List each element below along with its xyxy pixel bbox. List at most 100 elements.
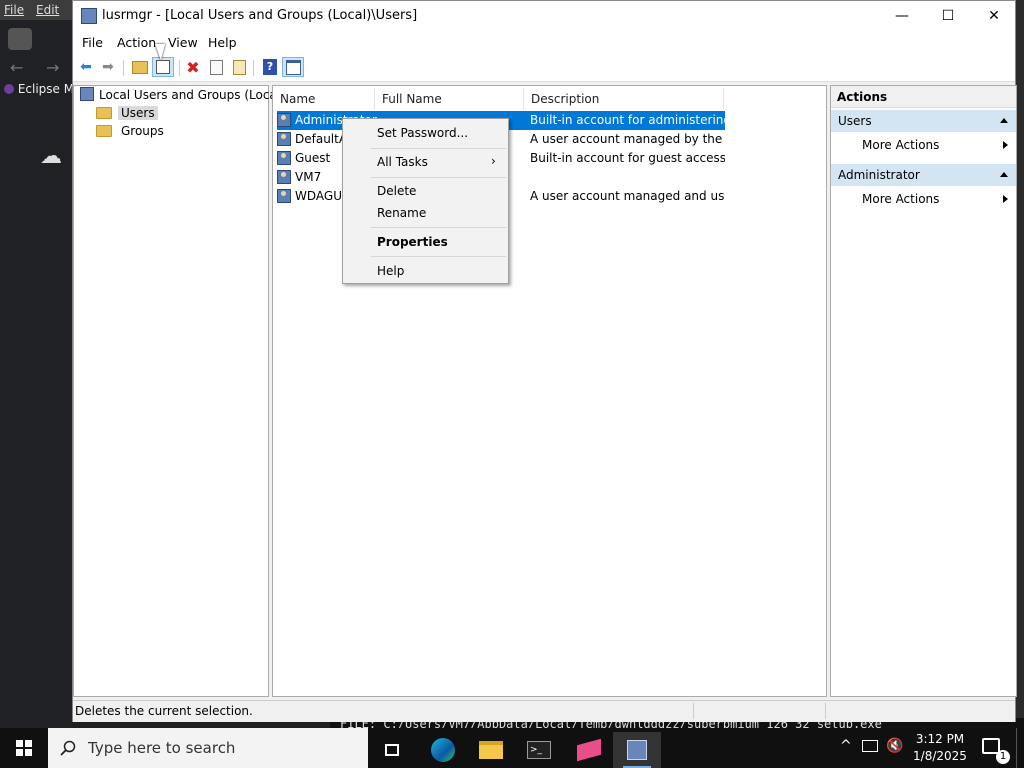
row-description: Built-in account for guest access t... — [530, 151, 725, 165]
users-groups-icon — [80, 87, 94, 101]
more-actions-users[interactable]: More Actions — [862, 138, 939, 152]
column-header-full-name[interactable]: Full Name — [375, 88, 524, 110]
task-view-icon[interactable] — [368, 732, 416, 768]
ctx-properties[interactable]: Properties — [377, 235, 448, 249]
more-actions-label: More Actions — [862, 192, 940, 206]
eclipse-icon — [4, 84, 14, 94]
row-name: VM7 — [295, 170, 322, 184]
bg-menu-edit[interactable]: Edit — [36, 3, 59, 17]
ctx-separator — [371, 227, 506, 228]
user-icon — [277, 170, 291, 184]
show-hidden-icons-chevron-icon[interactable]: ^ — [840, 738, 852, 754]
ctx-set-password[interactable]: Set Password... — [377, 126, 468, 140]
row-name: Guest — [295, 151, 331, 165]
row-description: A user account managed by the s... — [530, 132, 725, 146]
clock-date: 1/8/2025 — [913, 749, 967, 763]
collapse-up-icon[interactable] — [1000, 118, 1008, 123]
clock[interactable]: 3:12 PM 1/8/2025 — [912, 732, 968, 763]
show-action-pane-icon[interactable] — [282, 57, 304, 77]
actions-section-users[interactable]: Users — [831, 110, 1016, 132]
back-icon[interactable]: ⬅ — [75, 57, 97, 77]
bg-back-icon[interactable]: ← — [10, 58, 23, 77]
chevron-right-icon — [1003, 141, 1008, 149]
tree-item-users[interactable]: Users — [96, 104, 158, 122]
status-divider — [825, 703, 826, 719]
actions-section-users-label: Users — [838, 114, 872, 128]
collapse-up-icon[interactable] — [1000, 172, 1008, 177]
bg-tab-text: Eclipse M — [17, 82, 75, 96]
actions-section-administrator[interactable]: Administrator — [831, 164, 1016, 186]
show-desktop-button[interactable] — [1016, 728, 1024, 768]
lusrmgr-taskbar-icon[interactable] — [613, 732, 661, 768]
taskbar-search-box[interactable]: Type here to search — [48, 728, 368, 768]
bg-menu-file[interactable]: File — [4, 3, 24, 17]
toolbar-separator — [253, 60, 254, 76]
forward-icon[interactable]: ➡ — [97, 57, 119, 77]
ctx-delete[interactable]: Delete — [377, 184, 416, 198]
toolbar-separator — [123, 60, 124, 76]
lusrmgr-window: lusrmgr - [Local Users and Groups (Local… — [72, 0, 1017, 722]
browser-tab-icon[interactable] — [8, 28, 32, 50]
actions-pane: Actions Users More Actions Administrator… — [830, 85, 1017, 697]
close-button[interactable]: ✕ — [971, 1, 1017, 32]
menu-help[interactable]: Help — [208, 35, 237, 50]
status-text: Deletes the current selection. — [75, 704, 253, 718]
context-menu: Set Password... All Tasks › Delete Renam… — [342, 118, 509, 284]
toolbar-separator — [179, 60, 180, 76]
actions-title: Actions — [831, 86, 1016, 108]
ctx-rename[interactable]: Rename — [377, 206, 426, 220]
row-description: Built-in account for administering... — [530, 113, 725, 127]
window-title: lusrmgr - [Local Users and Groups (Local… — [102, 8, 418, 23]
chevron-right-icon — [1003, 195, 1008, 203]
more-actions-administrator[interactable]: More Actions — [862, 192, 939, 206]
title-bar[interactable]: lusrmgr - [Local Users and Groups (Local… — [73, 1, 1015, 32]
ctx-separator — [371, 256, 506, 257]
clock-time: 3:12 PM — [915, 732, 965, 746]
menu-view[interactable]: View — [168, 35, 198, 50]
tree-item-groups[interactable]: Groups — [96, 122, 167, 140]
folder-icon — [96, 125, 112, 137]
background-app-sidebar: File Edit ← → Eclipse M ☁ — [0, 0, 74, 728]
background-app-right-edge — [1016, 0, 1024, 728]
help-icon[interactable]: ? — [259, 57, 281, 77]
menu-file[interactable]: File — [82, 35, 103, 50]
weather-cloud-icon[interactable]: ☁ — [40, 144, 62, 169]
start-button[interactable] — [0, 728, 48, 768]
menu-bar: File Action View Help — [73, 32, 1015, 54]
export-icon[interactable] — [228, 57, 250, 77]
show-hide-tree-icon[interactable] — [152, 57, 174, 77]
actions-section-administrator-label: Administrator — [838, 168, 920, 182]
bg-tab-label[interactable]: Eclipse M — [4, 82, 74, 96]
user-icon — [277, 189, 291, 203]
properties-icon[interactable] — [205, 57, 227, 77]
ctx-help[interactable]: Help — [377, 264, 404, 278]
windows-logo-icon — [16, 740, 32, 756]
bg-forward-icon[interactable]: → — [46, 58, 59, 77]
network-icon[interactable] — [862, 740, 878, 752]
ctx-separator — [371, 177, 506, 178]
app-pink-icon[interactable] — [565, 732, 613, 768]
more-actions-label: More Actions — [862, 138, 940, 152]
column-header-name[interactable]: Name — [273, 88, 375, 110]
tree-item-users-label: Users — [118, 106, 158, 120]
tree-root[interactable]: Local Users and Groups (Local) — [80, 86, 285, 104]
status-bar: Deletes the current selection. — [73, 700, 1015, 722]
terminal-icon[interactable]: >_ — [515, 732, 563, 768]
console-tree: Local Users and Groups (Local) Users Gro… — [73, 85, 285, 697]
edge-icon[interactable] — [419, 732, 467, 768]
submenu-arrow-icon: › — [491, 154, 496, 168]
volume-muted-icon[interactable]: 🔇 — [886, 738, 903, 754]
row-description: A user account managed and use... — [530, 189, 725, 203]
app-icon — [81, 8, 97, 24]
delete-icon[interactable]: ✖ — [182, 57, 204, 77]
notification-badge: 1 — [996, 750, 1010, 764]
column-header-description[interactable]: Description — [524, 88, 724, 110]
tree-root-label: Local Users and Groups (Local) — [99, 88, 285, 102]
menu-action[interactable]: Action — [117, 35, 156, 50]
maximize-button[interactable]: ☐ — [925, 1, 971, 32]
ctx-all-tasks[interactable]: All Tasks — [377, 155, 428, 169]
search-placeholder: Type here to search — [88, 739, 236, 757]
minimize-button[interactable]: — — [879, 1, 925, 32]
up-folder-icon[interactable] — [129, 57, 151, 77]
file-explorer-icon[interactable] — [467, 732, 515, 768]
